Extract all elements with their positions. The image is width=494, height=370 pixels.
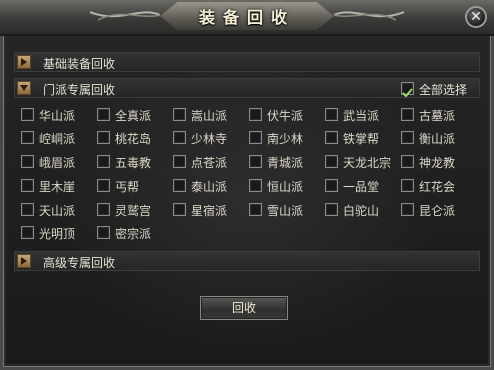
chevron-right-icon xyxy=(21,58,27,66)
collapse-sect-button[interactable] xyxy=(17,81,31,95)
recycle-button-label: 回收 xyxy=(231,301,256,315)
sect-checkbox-label: 南少林 xyxy=(267,132,304,146)
section-sect-header[interactable]: 门派专属回收 全部选择 xyxy=(14,78,480,98)
sect-checkbox-label: 崆峒派 xyxy=(39,132,76,146)
sect-checkbox-label: 古墓派 xyxy=(419,109,456,123)
sect-checkbox-label: 红花会 xyxy=(419,180,456,194)
sect-checkbox-label: 衡山派 xyxy=(419,132,456,146)
sect-checkbox-label: 一品堂 xyxy=(343,180,380,194)
sect-checkbox[interactable] xyxy=(401,108,414,121)
sect-checkbox-label: 伏牛派 xyxy=(267,109,304,123)
sect-checkbox-label: 昆仑派 xyxy=(419,204,456,218)
sect-checkbox[interactable] xyxy=(325,108,338,121)
recycle-button[interactable]: 回收 xyxy=(200,296,288,320)
sect-checkbox-label: 雪山派 xyxy=(267,204,304,218)
sect-checkbox-label: 点苍派 xyxy=(191,156,228,170)
chevron-right-icon xyxy=(21,257,27,265)
sect-checkbox[interactable] xyxy=(249,108,262,121)
sect-checkbox-label: 铁掌帮 xyxy=(343,132,380,146)
sect-checkbox[interactable] xyxy=(173,179,186,192)
sect-checkbox[interactable] xyxy=(401,131,414,144)
checkmark-icon xyxy=(402,88,413,98)
sect-checkbox[interactable] xyxy=(325,203,338,216)
sect-checkbox[interactable] xyxy=(97,226,110,239)
sect-checkbox[interactable] xyxy=(173,131,186,144)
sect-checkbox[interactable] xyxy=(325,155,338,168)
title-bar[interactable]: 装备回收 ✕ xyxy=(0,0,494,36)
sect-checkbox[interactable] xyxy=(97,155,110,168)
sect-checkbox[interactable] xyxy=(97,203,110,216)
sect-checkbox-label: 天龙北宗 xyxy=(343,156,392,170)
expand-advanced-button[interactable] xyxy=(17,254,31,268)
sect-checkbox-label: 光明顶 xyxy=(39,227,76,241)
select-all-checkbox[interactable] xyxy=(401,82,414,98)
sect-checkbox[interactable] xyxy=(249,179,262,192)
sect-checkbox-label: 五毒教 xyxy=(115,156,152,170)
title-ornament-left xyxy=(90,11,160,21)
sect-checkbox-label: 神龙教 xyxy=(419,156,456,170)
sect-checkbox[interactable] xyxy=(401,179,414,192)
sect-checkbox[interactable] xyxy=(249,131,262,144)
sect-checkbox[interactable] xyxy=(21,131,34,144)
window-title: 装备回收 xyxy=(198,8,295,27)
sect-checkbox-label: 全真派 xyxy=(115,109,152,123)
sect-checkbox[interactable] xyxy=(249,155,262,168)
sect-checkbox-label: 灵鹫宫 xyxy=(115,204,152,218)
close-icon: ✕ xyxy=(470,9,482,25)
section-advanced-label: 高级专属回收 xyxy=(43,256,116,270)
section-basic-header[interactable]: 基础装备回收 xyxy=(14,52,480,72)
sect-checkbox-label: 泰山派 xyxy=(191,180,228,194)
sect-checkbox-label: 天山派 xyxy=(39,204,76,218)
sect-checkbox-label: 峨眉派 xyxy=(39,156,76,170)
sect-checkbox[interactable] xyxy=(97,131,110,144)
sect-checkbox[interactable] xyxy=(21,108,34,121)
sect-checkbox[interactable] xyxy=(401,203,414,216)
select-all-label: 全部选择 xyxy=(419,83,468,97)
close-button[interactable]: ✕ xyxy=(465,6,487,28)
sect-checkbox-label: 里木崖 xyxy=(39,180,76,194)
section-sect-label: 门派专属回收 xyxy=(43,83,116,97)
sect-checkbox-label: 丐帮 xyxy=(115,180,140,194)
sect-checkbox[interactable] xyxy=(21,203,34,216)
sect-checkbox[interactable] xyxy=(21,155,34,168)
sect-checkbox[interactable] xyxy=(97,108,110,121)
sect-checkbox[interactable] xyxy=(325,179,338,192)
sect-checkbox-label: 嵩山派 xyxy=(191,109,228,123)
sect-checkbox[interactable] xyxy=(173,108,186,121)
sect-checkbox[interactable] xyxy=(173,155,186,168)
sect-checkbox-label: 武当派 xyxy=(343,109,380,123)
expand-basic-button[interactable] xyxy=(17,55,31,69)
sect-checkbox[interactable] xyxy=(21,179,34,192)
sect-checkbox-label: 密宗派 xyxy=(115,227,152,241)
sect-checkbox-label: 星宿派 xyxy=(191,204,228,218)
sect-checkbox-label: 少林寺 xyxy=(191,132,228,146)
sect-checkbox[interactable] xyxy=(97,179,110,192)
sect-checkbox[interactable] xyxy=(21,226,34,239)
sect-checkbox-label: 白驼山 xyxy=(343,204,380,218)
sect-checkbox[interactable] xyxy=(173,203,186,216)
sect-checkbox-label: 青城派 xyxy=(267,156,304,170)
chevron-down-icon xyxy=(20,85,28,91)
sect-checkbox-label: 桃花岛 xyxy=(115,132,152,146)
section-basic-label: 基础装备回收 xyxy=(43,57,116,71)
sect-checkbox-label: 华山派 xyxy=(39,109,76,123)
section-advanced-header[interactable]: 高级专属回收 xyxy=(14,251,480,271)
title-plate: 装备回收 xyxy=(160,2,334,30)
sect-checkbox[interactable] xyxy=(325,131,338,144)
sect-checkbox-label: 恒山派 xyxy=(267,180,304,194)
title-ornament-right xyxy=(334,11,404,21)
sect-checkbox[interactable] xyxy=(401,155,414,168)
sect-checkbox[interactable] xyxy=(249,203,262,216)
